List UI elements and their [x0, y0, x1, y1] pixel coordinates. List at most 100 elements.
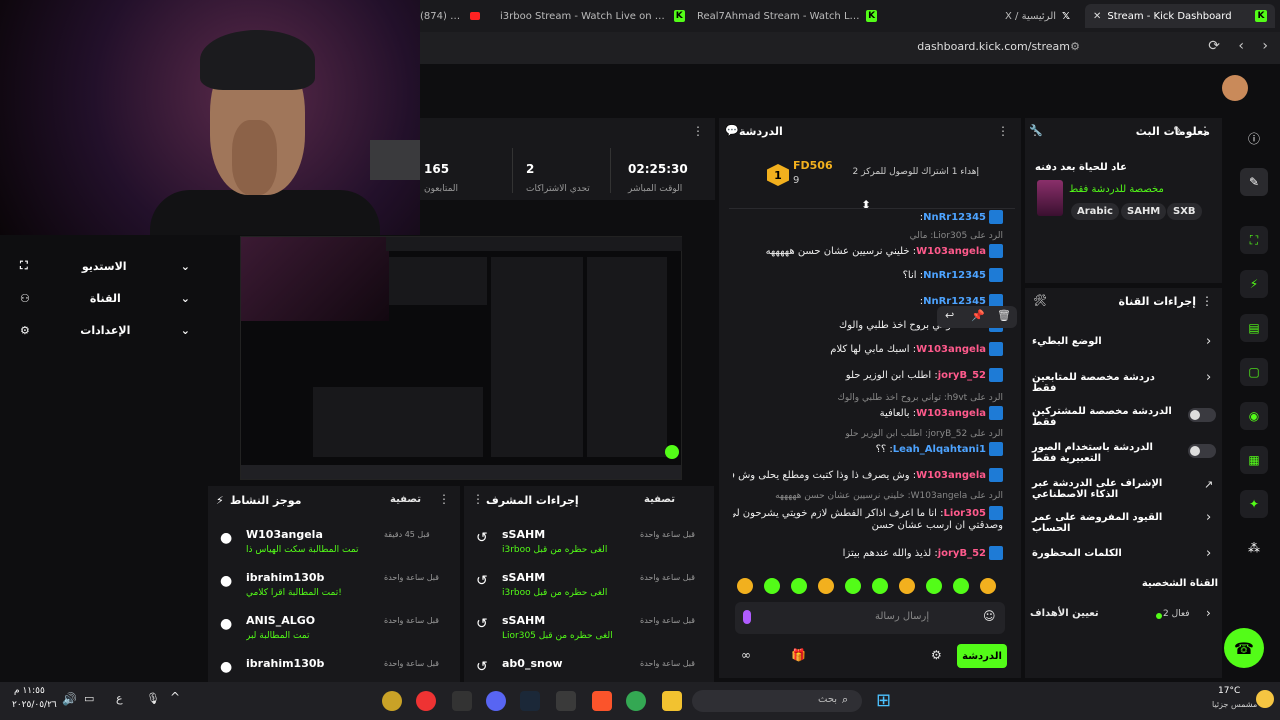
chat-message[interactable]: Lior305: انا ما اعرف اذاكر الفطش لازم خو… — [733, 506, 1003, 520]
reload-icon[interactable]: ⟳ — [1208, 38, 1220, 54]
layout-icon[interactable]: ▦ — [1240, 446, 1268, 474]
info-icon[interactable]: ⓘ — [1240, 124, 1268, 152]
more-icon[interactable]: ⋮ — [997, 124, 1009, 138]
app-icon[interactable] — [452, 691, 472, 711]
external-link-icon[interactable]: ↗ — [1204, 478, 1213, 491]
emote-icon[interactable] — [953, 578, 969, 594]
app-icon[interactable] — [416, 691, 436, 711]
list-item[interactable]: ● W103angela تمت المطالبة سكت الهياس ذا قبل… — [208, 526, 448, 566]
emote-icon[interactable] — [926, 578, 942, 594]
tab-x[interactable]: X / الرئيسية 𝕏 — [1005, 4, 1075, 28]
chat-username[interactable]: NnRr12345 — [923, 212, 986, 223]
steam-icon[interactable] — [520, 691, 540, 711]
avatar[interactable] — [1222, 75, 1248, 101]
nav-item-settings[interactable]: ⚙ الإعدادات ⌄ — [20, 319, 190, 341]
chat-username[interactable]: joryB_52 — [938, 548, 986, 559]
chat-username[interactable]: Lior305 — [944, 508, 986, 519]
chat-message[interactable]: الرد على joryB_52: اطلب ابن الوزير حلو — [733, 428, 1003, 439]
chat-icon[interactable]: ▢ — [1240, 358, 1268, 386]
chat-message[interactable]: Leah_Alqahtani1: ؟؟ — [733, 442, 1003, 456]
chat-message[interactable]: الرد على W103angela: خليني نرسيين عشان ح… — [733, 490, 1003, 501]
reply-icon[interactable]: ↩ — [945, 309, 954, 322]
pin-icon[interactable]: 📌 — [971, 309, 985, 322]
tab-real7ahmad[interactable]: Real7Ahmad Stream - Watch Live on K — [697, 4, 877, 28]
document-icon[interactable]: ▤ — [1240, 314, 1268, 342]
more-icon[interactable]: ⋮ — [472, 492, 484, 506]
app-icon[interactable] — [556, 691, 576, 711]
channel-action-row[interactable]: الإشراف على الدردشة عبر الذكاء الاصطناعي… — [1028, 476, 1218, 500]
chat-username[interactable]: NnRr12345 — [923, 270, 986, 281]
channel-action-row[interactable]: دردشة مخصصة للمتابعين فقط › — [1028, 370, 1218, 394]
discord-icon[interactable] — [486, 691, 506, 711]
set-goals-row[interactable]: تعيين الأهداف فعال 2 › — [1028, 606, 1218, 624]
url-field[interactable]: dashboard.kick.com/stream — [917, 40, 1070, 53]
more-icon[interactable]: ⋮ — [692, 124, 704, 138]
edit-icon[interactable]: ✎ — [1173, 124, 1182, 137]
gear-icon[interactable]: ⚙ — [931, 648, 942, 662]
chat-username[interactable]: joryB_52 — [938, 370, 986, 381]
windows-start-icon[interactable]: ⊞ — [876, 690, 891, 711]
infinity-icon[interactable]: ∞ — [741, 648, 751, 662]
channel-action-row[interactable]: القيود المفروضة على عمر الحساب › — [1028, 510, 1218, 534]
chat-input[interactable]: إرسال رسالة ☺ — [735, 602, 1005, 634]
broadcast-icon[interactable]: ◉ — [1240, 402, 1268, 430]
more-icon[interactable]: ⋮ — [438, 492, 450, 506]
chat-message[interactable]: W103angela: بالعافية — [733, 406, 1003, 420]
emote-icon[interactable] — [980, 578, 996, 594]
tab-i3rboo[interactable]: i3rboo Stream - Watch Live on Kick K — [500, 4, 685, 28]
stream-category[interactable]: مخصصة للدردشة فقط — [1069, 184, 1164, 195]
chat-message[interactable]: W103angela: خليني نرسيين عشان حسن هههههه — [733, 244, 1003, 258]
capture-icon[interactable]: ⛶ — [1240, 226, 1268, 254]
chat-message[interactable]: الرد على h9vt: تواني بروح اخذ طلبي والوك — [733, 392, 1003, 403]
more-icon[interactable]: ⋮ — [1201, 294, 1213, 308]
chevron-up-icon[interactable]: ^ — [170, 690, 180, 704]
chat-message[interactable]: الرد على Lior305: مالي — [733, 230, 1003, 241]
lightning-icon[interactable]: ⚡ — [1240, 270, 1268, 298]
emote-icon[interactable] — [872, 578, 888, 594]
list-item[interactable]: ↺ sSAHM i3rboo ألغى حظره من قبل قبل ساعة وا… — [464, 526, 704, 566]
taskbar-search[interactable]: بحث ⌕ — [692, 690, 862, 712]
folder-icon[interactable] — [662, 691, 682, 711]
emote-icon[interactable] — [737, 578, 753, 594]
chat-message[interactable]: W103angela: اسبك مابي لها كلام — [733, 342, 1003, 356]
channel-action-row[interactable]: الدردشة باستخدام الصور التعبيرية فقط — [1028, 440, 1218, 464]
more-icon[interactable]: ⋮ — [1199, 124, 1211, 138]
chat-username[interactable]: W103angela — [916, 470, 986, 481]
chat-message[interactable]: joryB_52: لذيذ والله عندهم بيتزا — [733, 546, 1003, 560]
network-icon[interactable]: ▭ — [84, 692, 94, 705]
chat-username[interactable]: W103angela — [916, 344, 986, 355]
tab-kick-dashboard[interactable]: ✕ Stream - Kick Dashboard K — [1085, 4, 1275, 28]
chat-username[interactable]: Leah_Alqahtani1 — [893, 444, 986, 455]
chat-message[interactable]: NnRr12345: — [733, 210, 1003, 224]
nodes-icon[interactable]: ⁂ — [1240, 534, 1268, 562]
close-icon[interactable]: ✕ — [1093, 11, 1101, 22]
send-chat-button[interactable]: الدردشة — [957, 644, 1007, 668]
emote-icon[interactable] — [899, 578, 915, 594]
microphone-icon[interactable]: 🎙 — [146, 692, 160, 705]
delete-icon[interactable]: 🗑 — [997, 309, 1011, 322]
microphone-icon[interactable] — [743, 610, 751, 624]
chat-message[interactable]: W103angela: وش يصرف ذا وذا كتبت ومطلع يح… — [733, 468, 1003, 482]
channel-action-row[interactable]: الدردشة مخصصة للمشتركين فقط — [1028, 404, 1218, 428]
list-item[interactable]: ● ibrahim130b تمت المطالبة اقرا كلامي! قبل … — [208, 569, 448, 609]
chat-username[interactable]: W103angela — [916, 408, 986, 419]
toggle-switch[interactable] — [1188, 444, 1216, 458]
gift-icon[interactable]: 🎁 — [791, 648, 806, 662]
channel-action-row[interactable]: الوضع البطيء › — [1028, 334, 1218, 358]
filter-button[interactable]: تصفية — [390, 494, 421, 505]
stream-preview[interactable] — [240, 236, 682, 480]
filter-button[interactable]: تصفية — [644, 494, 675, 505]
emote-icon[interactable] — [764, 578, 780, 594]
emote-icon[interactable] — [845, 578, 861, 594]
wrench-icon[interactable]: ✦ — [1240, 490, 1268, 518]
list-item[interactable]: ↺ sSAHM Lior305 ألغى حظره من قبل قبل ساعة و… — [464, 612, 704, 652]
chat-message[interactable]: NnRr12345: انا؟ — [733, 268, 1003, 282]
volume-icon[interactable]: 🔊 — [62, 692, 77, 706]
help-button[interactable]: ☎ — [1224, 628, 1264, 668]
list-item[interactable]: ● ANIS_ALGO تمت المطالبة لبر قبل ساعة واحدة — [208, 612, 448, 652]
chat-username[interactable]: W103angela — [916, 246, 986, 257]
list-item[interactable]: ↺ sSAHM i3rboo ألغى حظره من قبل قبل ساعة وا… — [464, 569, 704, 609]
chrome-icon[interactable] — [626, 691, 646, 711]
app-icon[interactable] — [382, 691, 402, 711]
channel-action-row[interactable]: الكلمات المحظورة › — [1028, 546, 1218, 570]
